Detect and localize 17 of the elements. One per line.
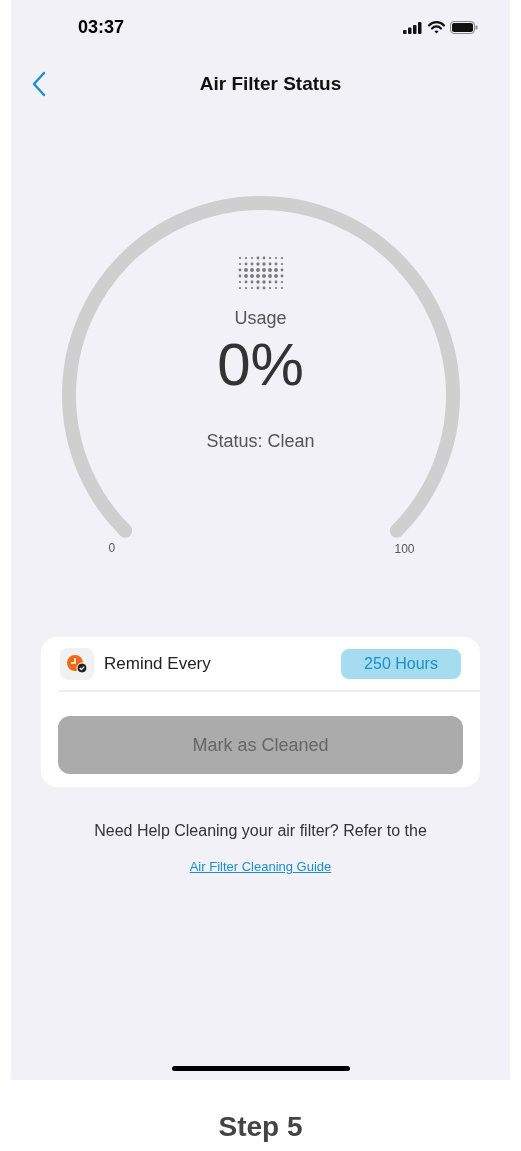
- step-caption: Step 5: [218, 1110, 303, 1144]
- reminder-label: Remind Every: [104, 653, 211, 676]
- help-text: Need Help Cleaning your air filter? Refer to the: [93, 821, 428, 841]
- clock-check-icon: [60, 648, 94, 680]
- signal-icon: [403, 21, 423, 34]
- gauge-max-label: 100: [394, 541, 415, 558]
- usage-value: 0%: [217, 332, 304, 398]
- status-time: 03:37: [78, 16, 125, 39]
- air-filter-icon: [236, 255, 285, 291]
- battery-icon: [450, 21, 478, 34]
- reminder-interval-button[interactable]: 250 Hours: [341, 649, 461, 679]
- status-text: Status: Clean: [206, 430, 315, 453]
- usage-label: Usage: [234, 307, 287, 330]
- wifi-icon: [428, 21, 445, 34]
- page-title: Air Filter Status: [199, 71, 342, 96]
- cleaning-guide-link[interactable]: Air Filter Cleaning Guide: [189, 857, 332, 877]
- gauge-min-label: 0: [108, 540, 116, 557]
